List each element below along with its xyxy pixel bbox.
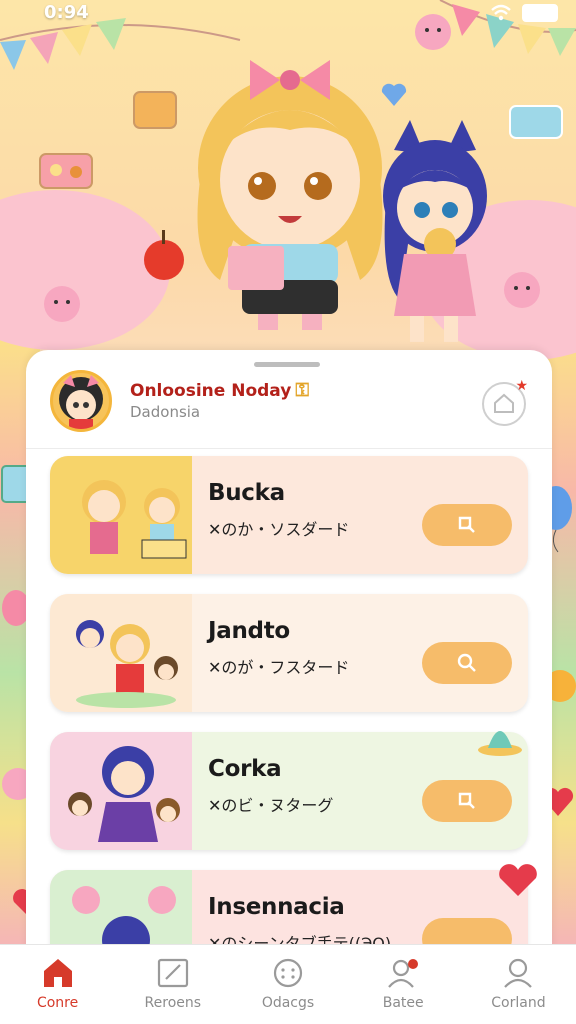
chibi-duo-illustration	[50, 456, 192, 574]
card-action-button[interactable]	[422, 504, 512, 546]
heart-decor	[381, 83, 407, 106]
nav-item-home[interactable]: Conre	[0, 945, 115, 1024]
avatar[interactable]	[50, 370, 112, 432]
user-icon	[504, 958, 533, 988]
list-item[interactable]: Jandto ✕のが・フスタード	[50, 594, 528, 712]
chat-icon	[273, 958, 303, 988]
nav-item-batee[interactable]: Batee	[346, 945, 461, 1024]
search-tag-icon	[458, 516, 475, 533]
bottom-nav: Conre Reroens Odacgs Batee Corland	[0, 944, 576, 1024]
card-subtitle: ✕のビ・ヌターグ	[208, 796, 334, 815]
heart-decor-card	[499, 864, 537, 896]
divider	[26, 448, 552, 449]
card-title: Corka	[208, 756, 282, 782]
card-subtitle: ✕のか・ソスダード	[208, 520, 350, 539]
home-icon	[43, 959, 72, 987]
profile-subtitle: Dadonsia	[130, 403, 201, 421]
status-bar: 0:94	[0, 0, 576, 28]
list-item[interactable]: Bucka ✕のか・ソスダード	[50, 456, 528, 574]
chibi-group-illustration	[50, 594, 192, 712]
star-badge-icon: ★	[515, 378, 528, 394]
cat-girl-group-illustration	[50, 732, 192, 850]
nav-label: Reroens	[144, 995, 202, 1011]
cat-girl-illustration	[383, 120, 487, 342]
avatar-character-icon	[59, 375, 103, 429]
nav-label: Batee	[382, 995, 424, 1011]
profile-title: Onloosine Noday ⚿	[130, 380, 309, 401]
list-item[interactable]: Corka ✕のビ・ヌターグ	[50, 731, 528, 850]
nav-label: Corland	[491, 995, 546, 1011]
battery-icon	[522, 4, 558, 22]
cotton-candy-right	[504, 272, 540, 308]
nav-item-odacgs[interactable]: Odacgs	[230, 945, 345, 1024]
main-character-illustration	[197, 60, 383, 330]
nav-label: Conre	[36, 995, 79, 1011]
cotton-candy-left	[44, 286, 80, 322]
card-action-button[interactable]	[422, 780, 512, 822]
home-outline-icon	[494, 393, 514, 413]
home-badge-button[interactable]: ★	[482, 378, 528, 426]
apple-decor	[144, 230, 184, 280]
search-tag-icon	[458, 792, 475, 809]
key-icon: ⚿	[295, 380, 310, 401]
hero-banner	[0, 0, 576, 360]
suitcase-decor-2	[133, 91, 177, 129]
search-icon	[457, 653, 476, 672]
card-subtitle: ✕のが・フスタード	[208, 658, 350, 677]
nav-item-reroens[interactable]: Reroens	[115, 945, 230, 1024]
wifi-icon	[491, 4, 511, 21]
profile-title-text: Onloosine Noday	[130, 381, 292, 401]
card-thumbnail	[50, 594, 192, 712]
nav-label: Odacgs	[261, 995, 315, 1011]
card-action-button[interactable]	[422, 642, 512, 684]
card-title: Jandto	[208, 618, 290, 644]
suitcase-decor	[39, 153, 93, 189]
edit-icon	[157, 958, 188, 988]
hat-decor	[478, 731, 522, 756]
nav-item-corland[interactable]: Corland	[461, 945, 576, 1024]
profile-badge-icon	[388, 959, 419, 988]
profile-header[interactable]: Onloosine Noday ⚿ Dadonsia ★	[26, 360, 552, 452]
ticket-decor	[509, 105, 563, 139]
card-title: Bucka	[208, 480, 285, 506]
status-time: 0:94	[44, 2, 89, 23]
card-thumbnail	[50, 732, 192, 850]
card-thumbnail	[50, 456, 192, 574]
card-title: Insennacia	[208, 894, 345, 920]
